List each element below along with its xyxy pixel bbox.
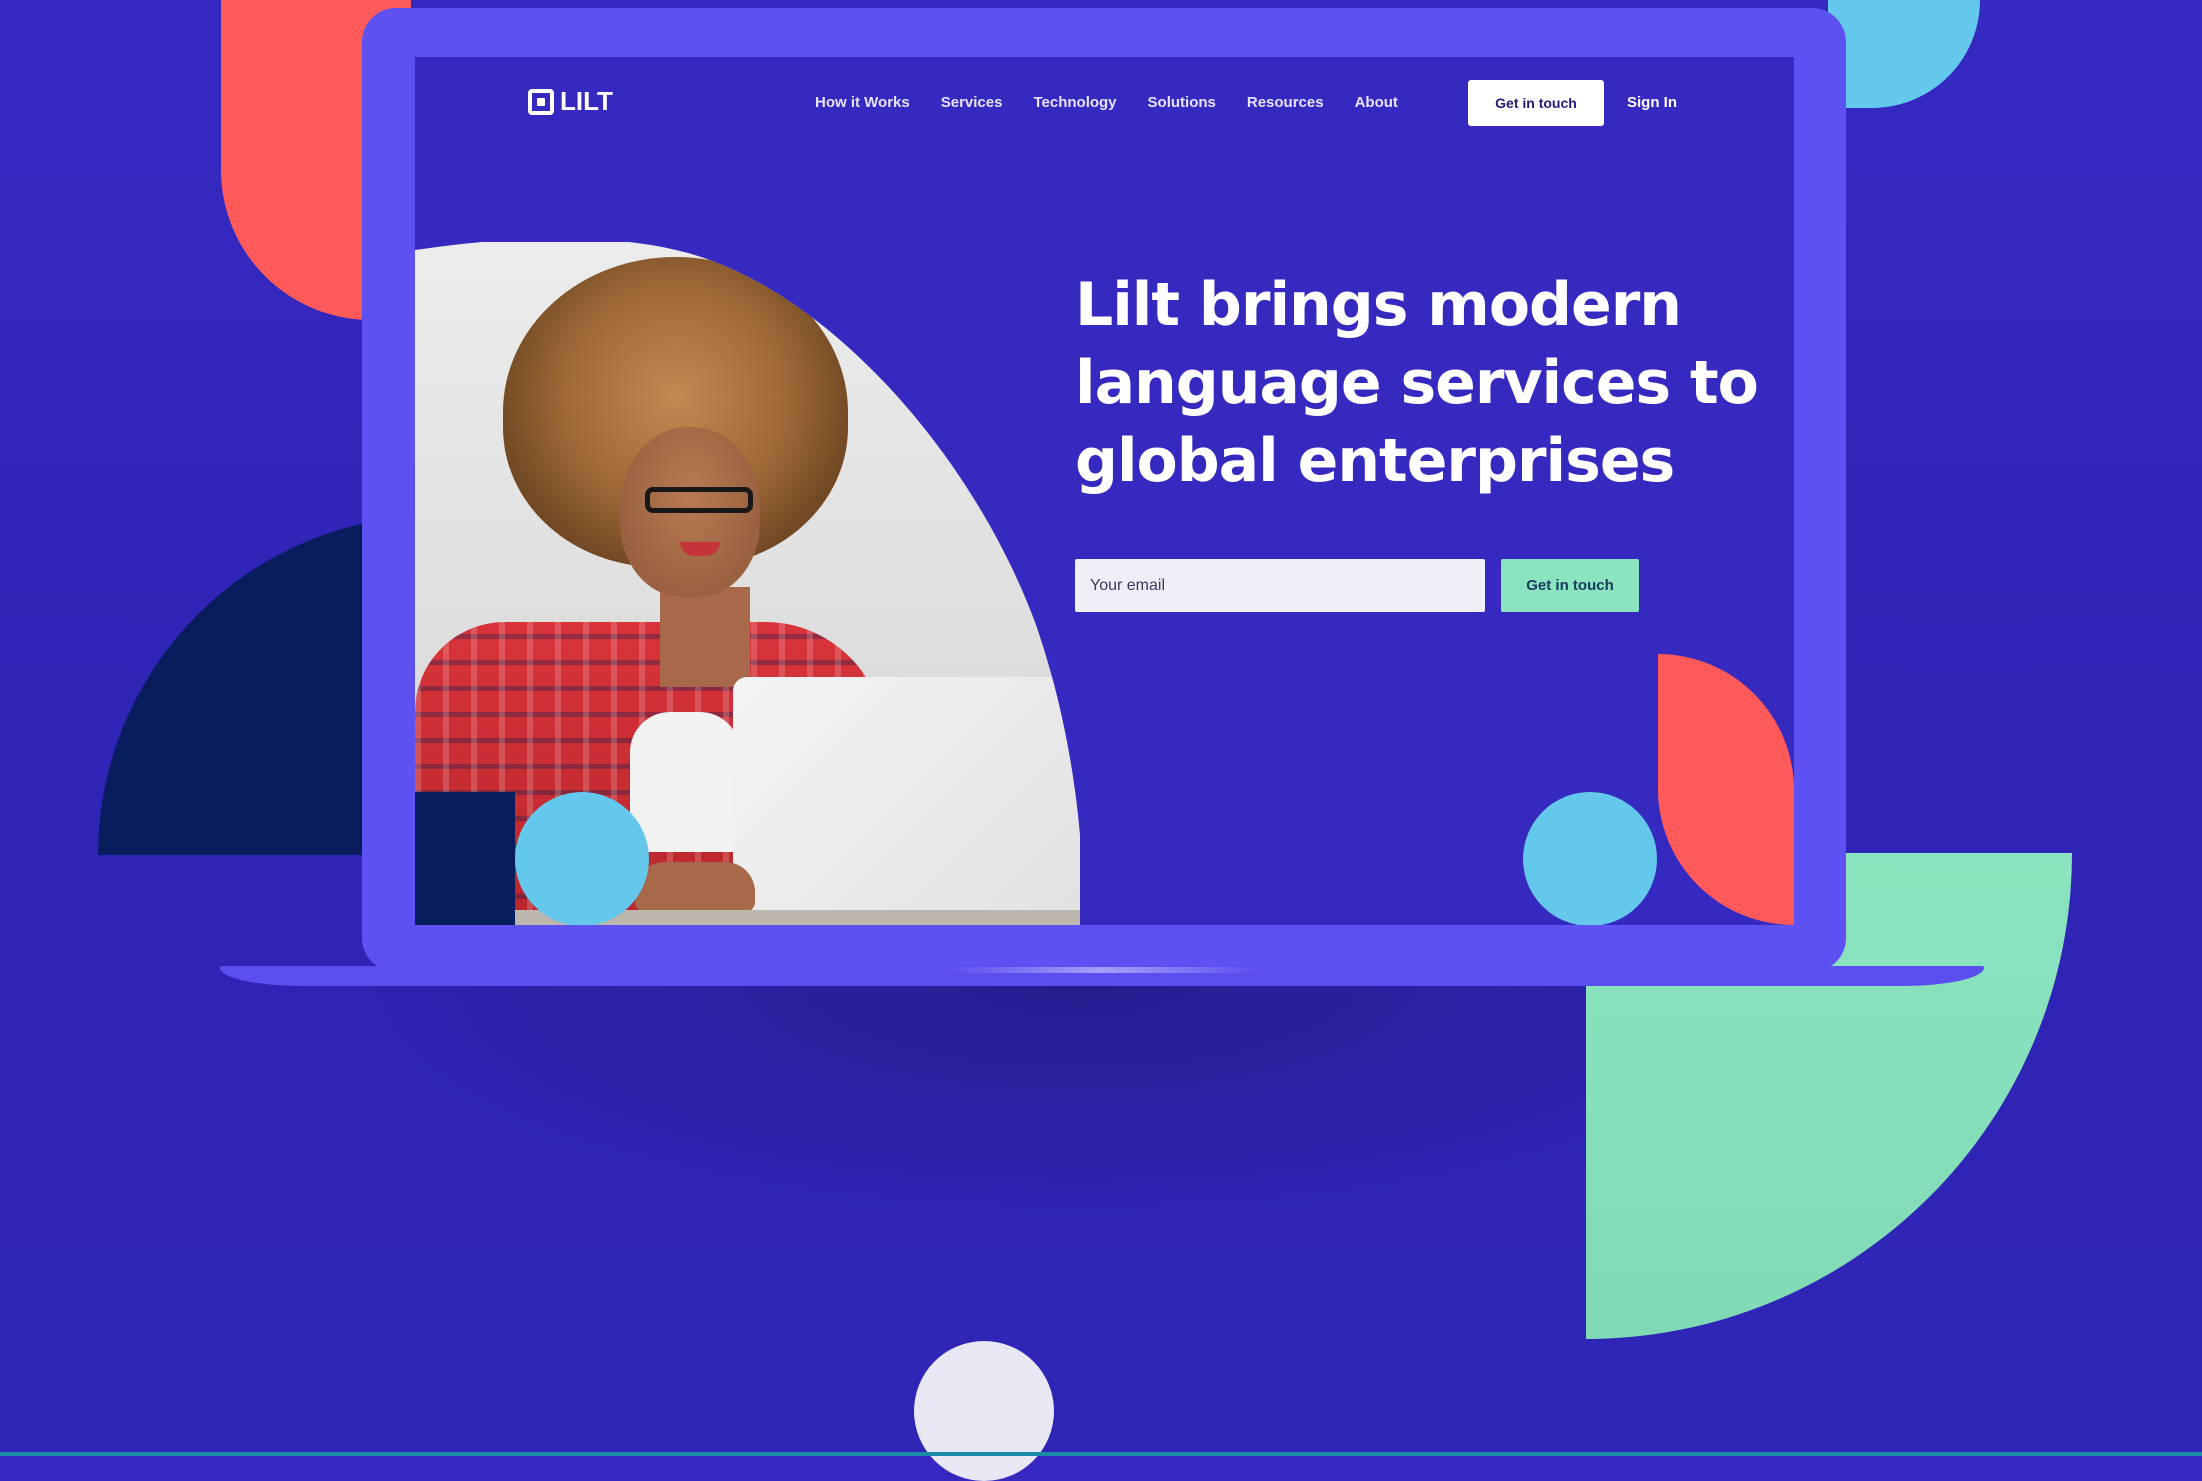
logo-text: LILT xyxy=(560,86,613,116)
nav-item-technology[interactable]: Technology xyxy=(1033,94,1116,111)
main-nav: How it Works Services Technology Solutio… xyxy=(815,94,1398,111)
nav-item-how-it-works[interactable]: How it Works xyxy=(815,94,910,111)
photo-tank-top xyxy=(630,712,740,852)
screen-red-leaf-shape xyxy=(1658,654,1794,925)
photo-hands xyxy=(635,862,755,912)
bottom-strip xyxy=(0,1452,2202,1456)
nav-get-in-touch-button[interactable]: Get in touch xyxy=(1468,80,1604,126)
laptop-screen: LILT How it Works Services Technology So… xyxy=(415,57,1794,925)
screen-blue-circle-left xyxy=(515,792,649,925)
email-input[interactable] xyxy=(1075,559,1485,612)
lilt-logo[interactable]: LILT xyxy=(528,86,613,117)
photo-glasses xyxy=(645,487,753,513)
screen-navy-shape xyxy=(415,792,515,925)
nav-item-resources[interactable]: Resources xyxy=(1247,94,1324,111)
hero-get-in-touch-button[interactable]: Get in touch xyxy=(1501,559,1639,612)
lilt-logo-icon xyxy=(528,88,554,115)
nav-item-about[interactable]: About xyxy=(1355,94,1398,111)
white-circle-shape xyxy=(914,1341,1054,1481)
screen-blue-circle-right xyxy=(1523,792,1657,925)
sign-in-link[interactable]: Sign In xyxy=(1627,94,1677,111)
photo-neck xyxy=(660,587,750,687)
laptop-notch xyxy=(946,967,1260,973)
hero-title: Lilt brings modern language services to … xyxy=(1075,270,1759,496)
nav-item-services[interactable]: Services xyxy=(941,94,1003,111)
photo-laptop xyxy=(733,677,1080,925)
nav-item-solutions[interactable]: Solutions xyxy=(1148,94,1216,111)
